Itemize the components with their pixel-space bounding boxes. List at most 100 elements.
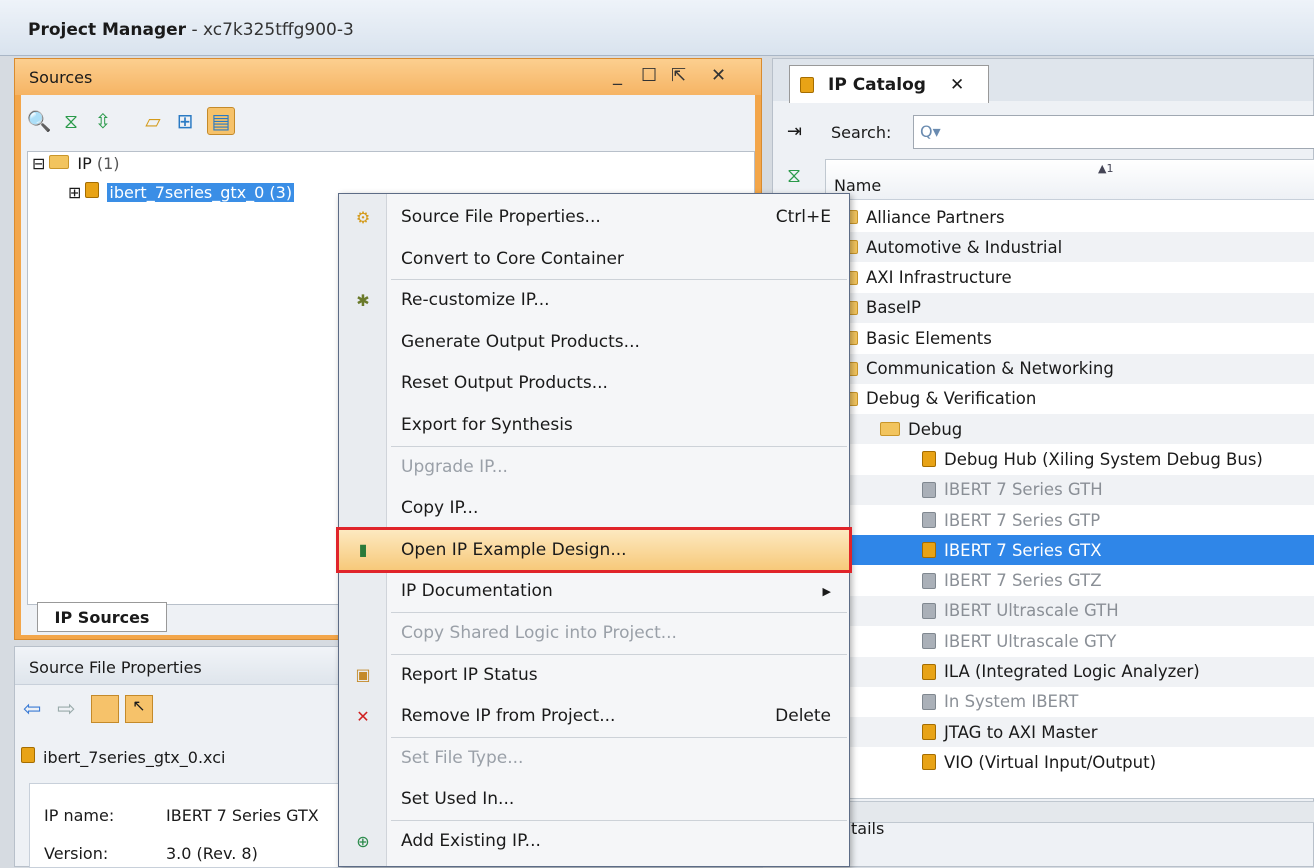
catalog-item-label: Automotive & Industrial [866, 237, 1063, 257]
catalog-ip-item[interactable]: IBERT 7 Series GTH [826, 474, 1314, 505]
sfp-file: ibert_7series_gtx_0.xci [21, 747, 225, 767]
menu-item-source-file-properties[interactable]: ⚙ Source File Properties... Ctrl+E [339, 197, 849, 237]
catalog-item-label: Debug Hub (Xiling System Debug Bus) [944, 449, 1263, 469]
details-label: tails [851, 819, 885, 838]
menu-item-convert-to-core-container[interactable]: Convert to Core Container [339, 239, 849, 279]
tree-root-count: (1) [96, 154, 120, 173]
menu-item-open-ip-example-design[interactable]: ▮ Open IP Example Design... [336, 526, 852, 573]
menu-item-set-used-in[interactable]: Set Used In... [339, 779, 849, 819]
catalog-ip-item[interactable]: IBERT 7 Series GTX [826, 535, 1314, 566]
expand-search-icon[interactable]: ⇥ [787, 121, 802, 142]
menu-item-remove-ip-from-project[interactable]: ✕ Remove IP from Project... Delete [339, 696, 849, 736]
menu-item-copy-ip[interactable]: Copy IP... [339, 488, 849, 528]
catalog-folder[interactable]: AXI Infrastructure [826, 263, 1314, 293]
column-header-name[interactable]: Name ▲1 [826, 160, 1314, 200]
forward-icon[interactable]: ⇨ [57, 697, 75, 722]
ip-icon [922, 481, 936, 498]
menu-item-label: Upgrade IP... [401, 456, 508, 477]
menu-item-add-existing-ip[interactable]: ⊕ Add Existing IP... [339, 821, 849, 861]
ip-icon [922, 693, 936, 710]
version-label: Version: [44, 844, 109, 863]
menu-item-set-file-type[interactable]: Set File Type... [339, 738, 849, 778]
ip-icon [922, 542, 936, 559]
open-folder-icon[interactable]: ▱ [139, 107, 167, 135]
search-label: Search: [831, 123, 892, 142]
version-value: 3.0 (Rev. 8) [166, 844, 258, 863]
tab-ip-sources[interactable]: IP Sources [37, 602, 167, 632]
menu-item-ip-documentation[interactable]: IP Documentation ▶ [339, 571, 849, 611]
collapse-all-icon[interactable]: ⧖ [787, 163, 801, 187]
menu-item-report-ip-status[interactable]: ▣ Report IP Status [339, 655, 849, 695]
menu-item-re-customize-ip[interactable]: ✱ Re-customize IP... [339, 280, 849, 320]
add-ip-icon: ⊕ [356, 831, 370, 851]
menu-item-label: Source File Properties... [401, 207, 601, 227]
back-icon[interactable]: ⇦ [23, 697, 41, 722]
menu-shortcut: Ctrl+E [775, 207, 831, 227]
catalog-folder[interactable]: BaseIP [826, 292, 1314, 323]
catalog-item-label: AXI Infrastructure [866, 268, 1012, 288]
menu-item-copy-shared-logic-into-project[interactable]: Copy Shared Logic into Project... [339, 613, 849, 653]
catalog-folder[interactable]: Basic Elements [826, 323, 1314, 353]
ip-icon [922, 602, 936, 619]
submenu-arrow-icon: ▶ [822, 584, 831, 598]
menu-item-label: Set Used In... [401, 789, 515, 810]
menu-item-generate-output-products[interactable]: Generate Output Products... [339, 322, 849, 362]
search-placeholder: Q▾ [920, 122, 941, 141]
catalog-ip-item[interactable]: VIO (Virtual Input/Output) [826, 747, 1314, 777]
catalog-ip-item[interactable]: In System IBERT [826, 687, 1314, 717]
menu-item-label: Report IP Status [401, 664, 538, 685]
tree-root-label: IP [77, 154, 92, 173]
tree-root[interactable]: ⊟ IP (1) [32, 154, 120, 173]
catalog-folder[interactable]: Debug & Verification [826, 384, 1314, 414]
gear-icon[interactable] [91, 695, 119, 723]
catalog-ip-item[interactable]: IBERT 7 Series GTP [826, 505, 1314, 535]
catalog-ip-item[interactable]: IBERT 7 Series GTZ [826, 566, 1314, 596]
tree-item-ibert[interactable]: ⊞ ibert_7series_gtx_0 (3) [68, 182, 295, 202]
collapse-all-icon[interactable]: ⧖ [57, 107, 85, 135]
catalog-item-label: IBERT 7 Series GTZ [944, 571, 1102, 591]
ip-icon [922, 512, 936, 528]
catalog-ip-item[interactable]: IBERT Ultrascale GTY [826, 626, 1314, 656]
tree-item-label: ibert_7series_gtx_0 (3) [107, 183, 295, 202]
menu-item-label: Generate Output Products... [401, 331, 640, 352]
catalog-item-label: BaseIP [866, 298, 921, 318]
catalog-item-label: Debug & Verification [866, 389, 1037, 409]
float-icon[interactable]: ⇱ [671, 65, 686, 86]
ip-icon [800, 76, 814, 93]
menu-item-upgrade-ip[interactable]: Upgrade IP... [339, 447, 849, 487]
expand-all-icon[interactable]: ⇳ [89, 107, 117, 135]
recustomize-icon: ✱ [356, 290, 370, 310]
catalog-folder[interactable]: Communication & Networking [826, 353, 1314, 384]
menu-item-label: Open IP Example Design... [401, 539, 627, 560]
catalog-item-label: Alliance Partners [866, 207, 1005, 227]
sort-indicator: ▲1 [1098, 162, 1114, 175]
cursor-icon[interactable]: ↖ [125, 695, 153, 723]
add-sources-icon[interactable]: ⊞ [171, 107, 199, 135]
search-input[interactable]: Q▾ [913, 115, 1314, 149]
ip-icon [922, 572, 936, 589]
horizontal-scrollbar[interactable] [825, 801, 1314, 823]
catalog-ip-item[interactable]: JTAG to AXI Master [826, 717, 1314, 748]
catalog-folder[interactable]: Debug [826, 414, 1314, 445]
catalog-folder[interactable]: Automotive & Industrial [826, 232, 1314, 263]
menu-item-label: Remove IP from Project... [401, 706, 616, 727]
menu-item-export-for-synthesis[interactable]: Export for Synthesis [339, 405, 849, 445]
menu-item-label: Copy Shared Logic into Project... [401, 623, 677, 643]
catalog-ip-item[interactable]: ILA (Integrated Logic Analyzer) [826, 656, 1314, 687]
catalog-ip-item[interactable]: Debug Hub (Xiling System Debug Bus) [826, 444, 1314, 474]
search-icon[interactable]: 🔍 [25, 107, 53, 135]
catalog-folder[interactable]: Alliance Partners [826, 202, 1314, 232]
hierarchy-toggle-icon[interactable]: ▤ [207, 107, 235, 135]
menu-item-reset-output-products[interactable]: Reset Output Products... [339, 363, 849, 403]
catalog-ip-item[interactable]: IBERT Ultrascale GTH [826, 595, 1314, 626]
ip-catalog-panel: IP Catalog ✕ ⇥ Search: Q▾ ⧖ Name ▲1 Alli… [772, 58, 1314, 867]
menu-item-label: Add Existing IP... [401, 831, 541, 851]
minimize-icon[interactable]: _ [613, 65, 622, 86]
catalog-item-label: Communication & Networking [866, 359, 1114, 378]
maximize-icon[interactable]: ☐ [641, 65, 657, 86]
close-tab-icon[interactable]: ✕ [950, 75, 964, 95]
context-menu: ⚙ Source File Properties... Ctrl+E Convert … [336, 193, 852, 867]
tab-ip-catalog[interactable]: IP Catalog ✕ [789, 65, 989, 103]
close-icon[interactable]: ✕ [711, 65, 726, 86]
ip-icon [922, 754, 936, 771]
